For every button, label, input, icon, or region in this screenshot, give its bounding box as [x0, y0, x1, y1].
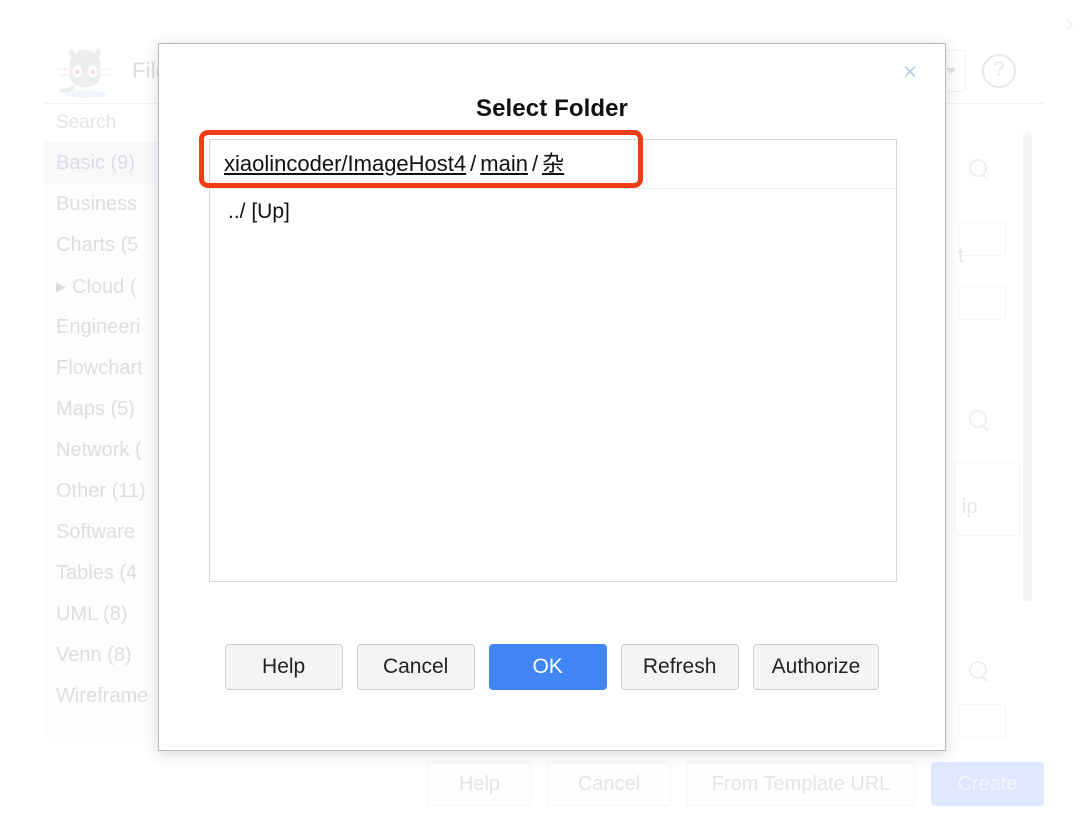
select-folder-dialog: × Select Folder xiaolincoder/ImageHost4/…: [158, 43, 946, 751]
sidebar-item[interactable]: Charts (5: [44, 225, 175, 266]
sidebar-item[interactable]: Wireframe: [44, 676, 175, 717]
search-icon[interactable]: [969, 410, 991, 432]
sidebar-item[interactable]: ▶ Cloud (: [44, 266, 175, 307]
sidebar-item[interactable]: Tables (4: [44, 553, 175, 594]
app-root: › File ? Search Basic (9) Business Chart…: [0, 0, 1080, 836]
cancel-button[interactable]: Cancel: [356, 644, 475, 690]
sidebar-item-label: Network (: [56, 439, 142, 461]
background-button[interactable]: Help: [427, 762, 532, 806]
sidebar-item[interactable]: Engineeri: [44, 307, 175, 348]
dialog-footer: Help Cancel OK Refresh Authorize: [159, 644, 945, 692]
sidebar-item[interactable]: Basic (9): [44, 143, 175, 184]
sidebar-item-label: Wireframe: [56, 685, 149, 707]
sidebar-item-label: Maps (5): [56, 398, 135, 420]
sidebar-item-label: Cloud (: [72, 276, 137, 298]
sidebar-item[interactable]: Business: [44, 184, 175, 225]
close-icon[interactable]: ×: [897, 60, 923, 86]
sidebar-item-label: Business: [56, 193, 138, 215]
sidebar-item-label: Flowchart: [56, 357, 143, 379]
sidebar-item-label: Charts (5: [56, 234, 139, 256]
github-octocat-logo: [57, 49, 113, 99]
ghost-text-t: t: [958, 245, 964, 267]
breadcrumb-segment[interactable]: xiaolincoder/ImageHost4: [224, 151, 466, 176]
sidebar-item[interactable]: Software: [44, 512, 175, 553]
search-icon[interactable]: [969, 159, 991, 181]
breadcrumb-segment[interactable]: main: [480, 151, 528, 176]
background-button[interactable]: From Template URL: [686, 762, 916, 806]
question-circle-icon[interactable]: ?: [982, 54, 1016, 88]
refresh-button[interactable]: Refresh: [620, 644, 739, 690]
ghost-field-d[interactable]: [958, 704, 1006, 738]
file-entry-list: ../ [Up]: [210, 189, 896, 227]
sidebar-item-label: Basic (9): [56, 152, 135, 174]
sidebar-item[interactable]: Other (11): [44, 471, 175, 512]
background-button[interactable]: Create: [931, 762, 1044, 806]
sidebar-item[interactable]: Network (: [44, 430, 175, 471]
expand-triangle-icon[interactable]: ▶: [56, 266, 66, 307]
sidebar-search-input[interactable]: Search: [44, 104, 175, 143]
sidebar-category-list: Basic (9) Business Charts (5 ▶ Cloud ( Engine…: [44, 143, 175, 717]
background-scrollbar[interactable]: [1023, 132, 1032, 602]
sidebar-item[interactable]: UML (8): [44, 594, 175, 635]
ghost-field-b[interactable]: [958, 286, 1006, 320]
sidebar-item[interactable]: Flowchart: [44, 348, 175, 389]
background-button[interactable]: Cancel: [547, 762, 671, 806]
sidebar-item-label: Tables (4: [56, 562, 138, 584]
sidebar-item-label: Venn (8): [56, 644, 132, 666]
sidebar-item-label: Other (11): [56, 480, 146, 502]
breadcrumb-separator: /: [470, 151, 477, 176]
breadcrumb-separator: /: [531, 151, 539, 176]
ok-button[interactable]: OK: [488, 644, 607, 690]
sidebar-item-label: UML (8): [56, 603, 128, 625]
sidebar-item-label: Engineeri: [56, 316, 141, 338]
sidebar-item[interactable]: Maps (5): [44, 389, 175, 430]
ghost-field-a[interactable]: [958, 222, 1006, 256]
chevron-right-icon[interactable]: ›: [1065, 10, 1074, 36]
dialog-title: Select Folder: [475, 95, 628, 122]
help-button[interactable]: Help: [224, 644, 343, 690]
breadcrumb[interactable]: xiaolincoder/ImageHost4/main / 杂: [210, 140, 896, 189]
ghost-text-ip: ip: [962, 496, 978, 518]
file-entry[interactable]: ../ [Up]: [210, 197, 896, 227]
sidebar-item[interactable]: Venn (8): [44, 635, 175, 676]
background-sidebar: Search Basic (9) Business Charts (5 ▶ Cloud …: [44, 104, 176, 737]
authorize-button[interactable]: Authorize: [752, 644, 880, 690]
background-footer: Help Cancel From Template URL Create: [44, 762, 1044, 810]
sidebar-item-label: Software: [56, 521, 135, 543]
file-browser: xiaolincoder/ImageHost4/main / 杂 ../ [Up]: [209, 139, 897, 582]
breadcrumb-segment[interactable]: 杂: [542, 151, 564, 176]
search-icon[interactable]: [969, 661, 991, 683]
